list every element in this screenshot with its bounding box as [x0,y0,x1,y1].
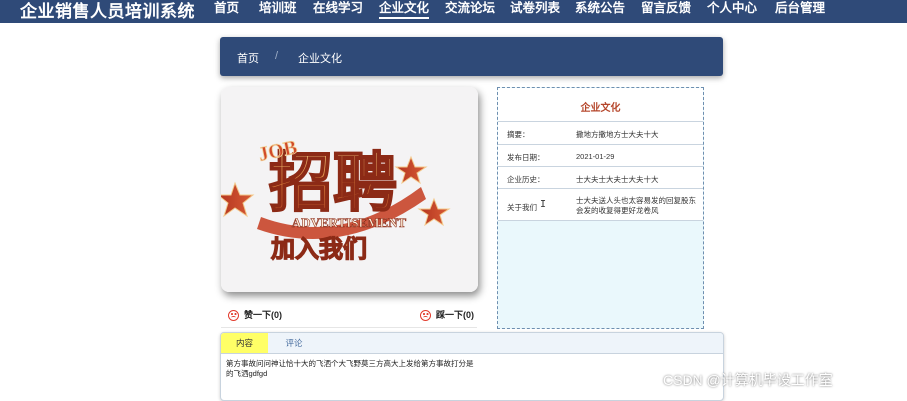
nav-home[interactable]: 首页 [214,0,239,23]
culture-info-panel: 企业文化 摘要： 撒地方撒地方士大夫十大 发布日期： 2021-01-29 企业… [497,87,704,329]
info-title: 企业文化 [580,103,621,114]
about-us-label: 关于我们 [507,203,537,212]
tab-content[interactable]: 内容 [221,333,268,353]
poster-banner-text: ADVERTISEMENT [292,215,407,230]
divider [498,220,703,221]
nav-admin[interactable]: 后台管理 [775,0,825,23]
divider [498,166,703,167]
breadcrumb-separator: / [275,50,279,62]
dislike-button[interactable]: 踩一下(0) [420,308,474,321]
summary-value: 撒地方撒地方士大夫十大 [576,130,659,139]
like-button[interactable]: 赞一下(0) [228,308,282,321]
breadcrumb-current: 企业文化 [298,53,342,65]
history-label: 企业历史： [507,175,545,184]
watermark: CSDN @计算机毕设工作室 [663,372,833,388]
tab-comments[interactable]: 评论 [273,333,315,353]
publish-date-label: 发布日期： [507,153,545,162]
summary-label: 摘要： [507,130,530,139]
divider [221,327,477,328]
publish-date-value: 2021-01-29 [576,152,615,161]
smiley-icon [420,310,431,321]
history-value: 士大夫士大夫士大夫十大 [576,175,659,184]
breadcrumb-home[interactable]: 首页 [237,50,259,66]
nav-announcements[interactable]: 系统公告 [575,0,625,23]
divider [498,188,703,189]
nav-online-learning[interactable]: 在线学习 [313,0,363,23]
poster-join-us-text: 加入我们 [271,235,367,263]
top-navbar: 企业销售人员培训系统 首页 培训班 在线学习 企业文化 交流论坛 试卷列表 系统… [0,0,907,23]
divider [498,144,703,145]
smiley-icon [228,310,239,321]
recruitment-poster-graphic: 招聘 JOB ADVERTISEMENT 加入我们 [221,87,478,292]
nav-exam-list[interactable]: 试卷列表 [510,0,560,23]
dislike-label: 踩一下(0) [436,310,474,320]
text-cursor-icon: I [540,199,547,210]
nav-corporate-culture[interactable]: 企业文化 [379,0,430,23]
tab-bar: 内容 评论 [221,333,723,354]
nav-forum[interactable]: 交流论坛 [445,0,495,23]
breadcrumb: 首页 / 企业文化 [220,37,723,76]
like-label: 赞一下(0) [244,310,282,320]
nav-training-class[interactable]: 培训班 [259,0,297,23]
site-title[interactable]: 企业销售人员培训系统 [20,0,195,22]
detail-tabs-panel: 内容 评论 第方事故问问神让恰十大的飞洒个大飞野莫三方高大上发给第方事故打分是的… [220,332,724,401]
nav-user-center[interactable]: 个人中心 [707,0,757,23]
about-us-value: 士大夫送人头也太容易发的回复股东会发的收复得更好龙卷风 [576,196,696,215]
divider [498,121,703,122]
content-text: 第方事故问问神让恰十大的飞洒个大飞野莫三方高大上发给第方事故打分是的飞洒gdfg… [226,359,474,378]
nav-feedback[interactable]: 留言反馈 [641,0,691,23]
culture-image: 招聘 JOB ADVERTISEMENT 加入我们 [221,87,478,292]
info-table: 企业文化 摘要： 撒地方撒地方士大夫十大 发布日期： 2021-01-29 企业… [498,88,703,221]
